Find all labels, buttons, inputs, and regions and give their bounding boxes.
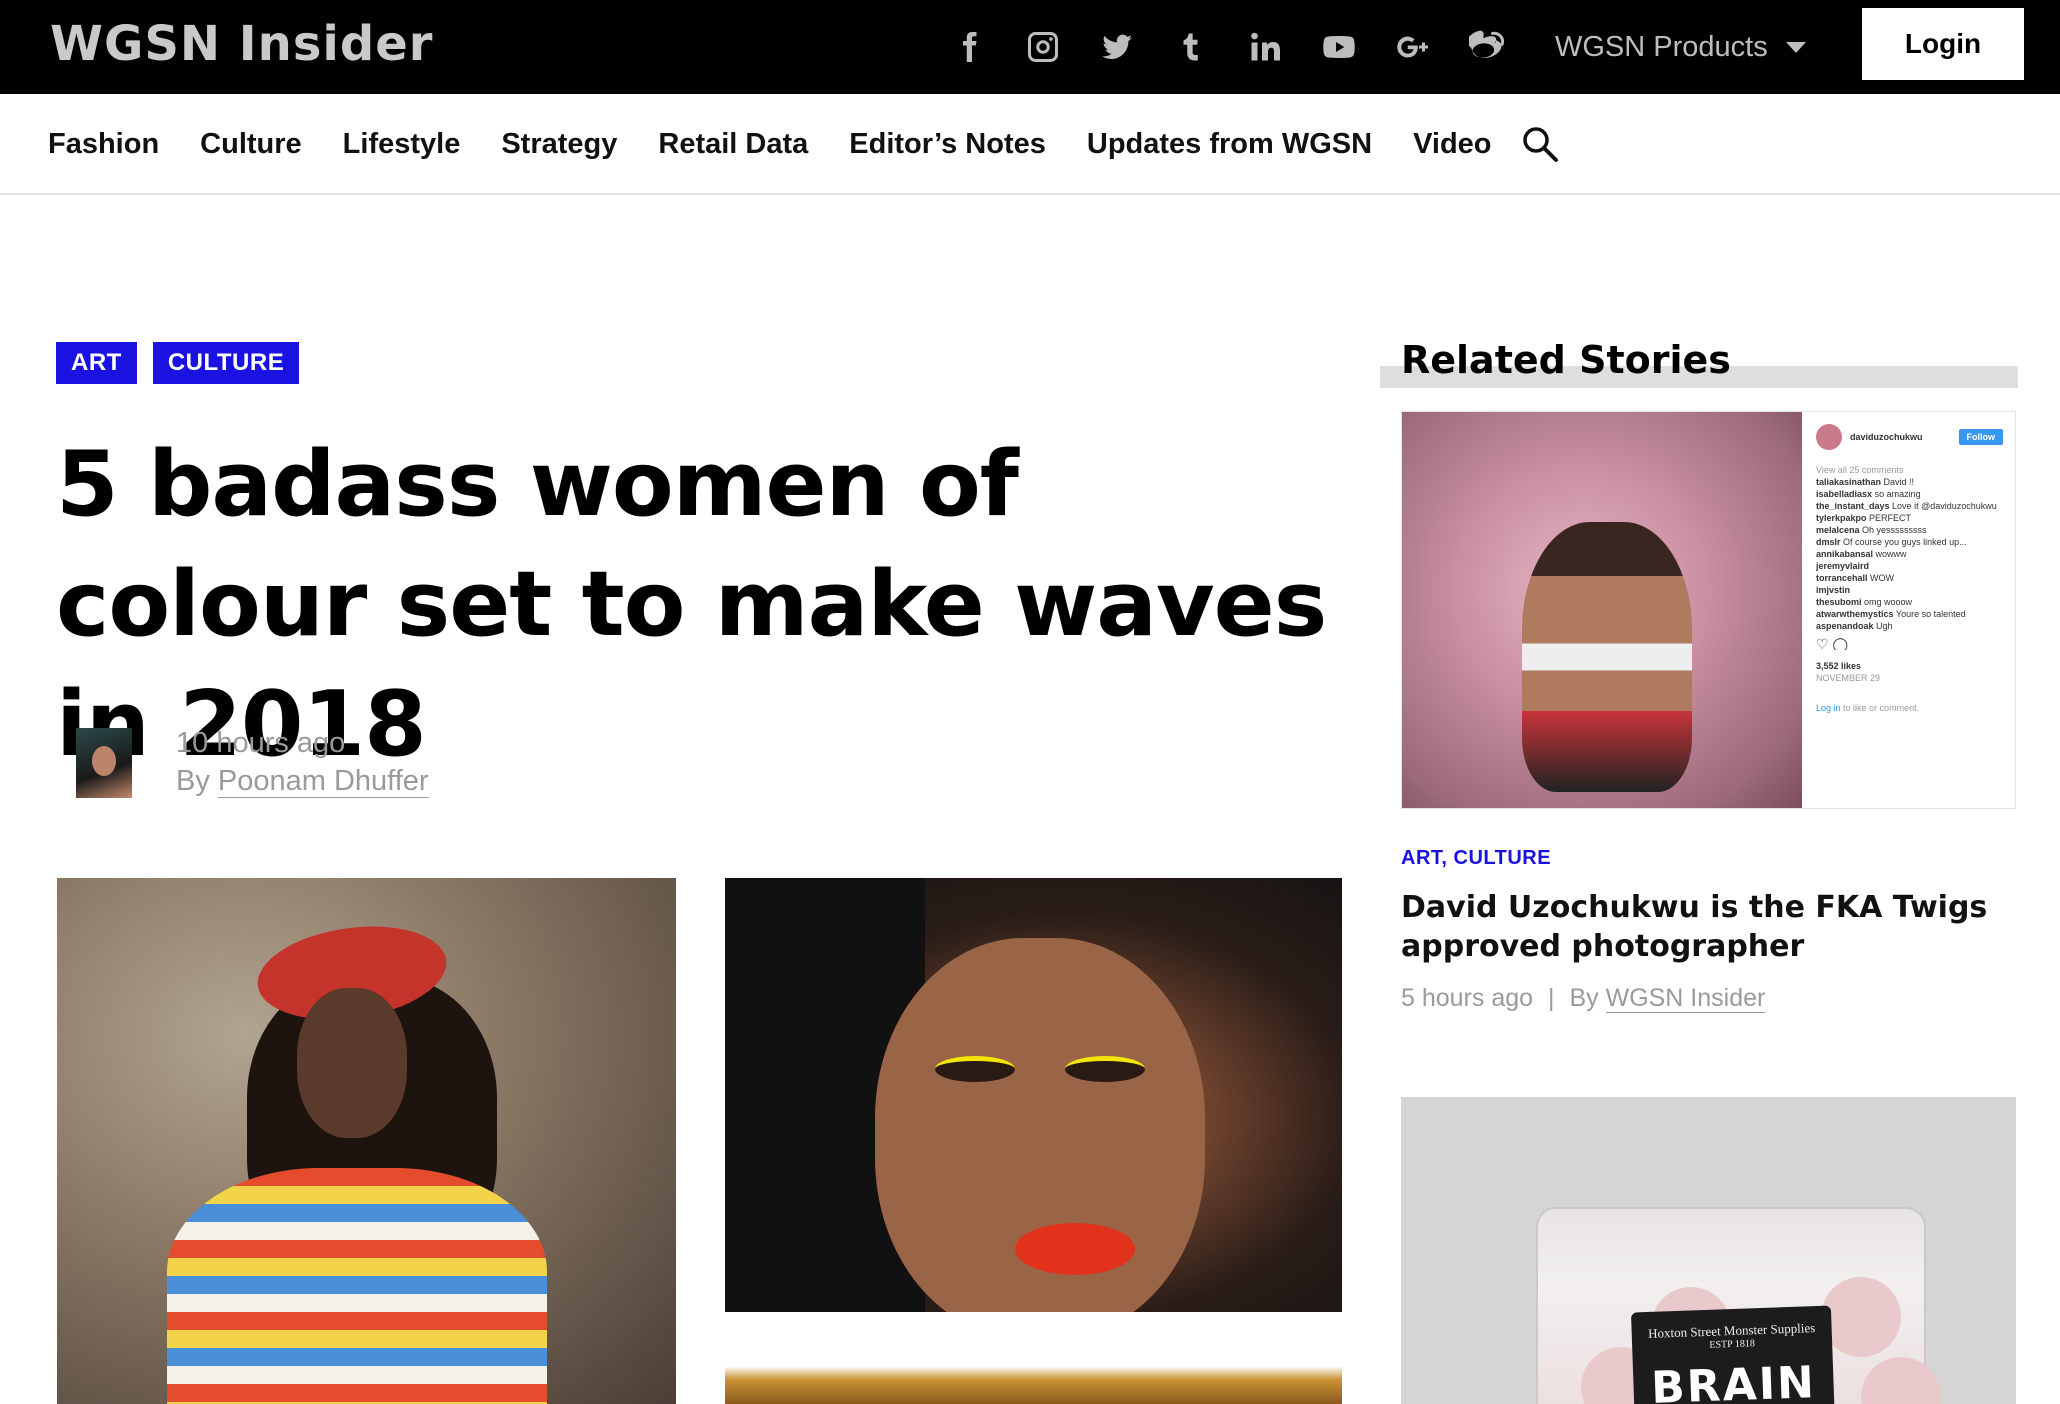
related-stories-heading: Related Stories (1401, 338, 1731, 382)
instagram-follow-button[interactable]: Follow (1958, 429, 2003, 445)
ig-comment: isabelladiasx so amazing (1816, 489, 1921, 499)
related-card-1-image[interactable]: daviduzochukwu Follow View all 25 commen… (1401, 411, 2016, 809)
article-image-3 (725, 1350, 1342, 1404)
top-bar: WGSN Insider WGSN Products Login (0, 0, 2060, 94)
facebook-icon[interactable] (950, 28, 988, 66)
ig-comment: the_instant_days Love it @daviduzochukwu (1816, 501, 1997, 511)
product-label: Hoxton Street Monster Supplies ESTP 1818… (1630, 1305, 1836, 1404)
wgsn-products-label: WGSN Products (1555, 30, 1768, 63)
instagram-icon[interactable] (1024, 28, 1062, 66)
related-card-2-image[interactable]: Hoxton Street Monster Supplies ESTP 1818… (1401, 1097, 2016, 1404)
nav-item-culture[interactable]: Culture (200, 128, 302, 161)
meta-separator: | (1548, 984, 1555, 1012)
linkedin-icon[interactable] (1246, 28, 1284, 66)
social-links (950, 20, 1506, 74)
ig-comment: jeremyvlaird (1816, 561, 1870, 571)
related-card-1-title[interactable]: David Uzochukwu is the FKA Twigs approve… (1401, 888, 2001, 966)
nav-item-editors-notes[interactable]: Editor’s Notes (849, 128, 1046, 161)
article-image-2 (725, 878, 1342, 1312)
nav-item-lifestyle[interactable]: Lifestyle (343, 128, 461, 161)
chevron-down-icon (1785, 41, 1806, 53)
related-card-1-author-link[interactable]: WGSN Insider (1605, 984, 1766, 1013)
related-card-1-time: 5 hours ago (1401, 984, 1534, 1012)
ig-comment: tylerkpakpo PERFECT (1816, 513, 1912, 523)
nav-item-retail-data[interactable]: Retail Data (658, 128, 808, 161)
article-tags: ART CULTURE (56, 342, 300, 384)
ig-comment: taliakasinathan David !! (1816, 477, 1915, 487)
google-plus-icon[interactable] (1394, 28, 1432, 66)
ig-comment: dmslr Of course you guys linked up... (1816, 537, 1967, 547)
nav-item-fashion[interactable]: Fashion (48, 128, 159, 161)
weibo-icon[interactable] (1468, 28, 1506, 66)
article-byline: 10 hours ago By Poonam Dhuffer (76, 727, 429, 800)
search-icon[interactable] (1520, 124, 1560, 164)
login-button[interactable]: Login (1862, 8, 2024, 80)
author-avatar[interactable] (76, 728, 132, 798)
by-prefix: By (1569, 984, 1599, 1012)
related-card-1-meta: 5 hours ago | By WGSN Insider (1401, 984, 1766, 1013)
instagram-username: daviduzochukwu (1850, 432, 1923, 442)
youtube-icon[interactable] (1320, 28, 1358, 66)
article-meta: 10 hours ago By Poonam Dhuffer (176, 724, 429, 800)
nav-item-video[interactable]: Video (1413, 128, 1491, 161)
ig-comment: torrancehall WOW (1816, 573, 1895, 583)
article-image-1 (57, 878, 676, 1404)
nav-item-updates-from-wgsn[interactable]: Updates from WGSN (1087, 128, 1372, 161)
site-logo[interactable]: WGSN Insider (50, 14, 433, 74)
tag-culture[interactable]: CULTURE (152, 342, 300, 384)
nav-item-strategy[interactable]: Strategy (501, 128, 617, 161)
instagram-date: NOVEMBER 29 (1816, 673, 1881, 683)
twitter-icon[interactable] (1098, 28, 1136, 66)
instagram-login-link[interactable]: Log in (1816, 703, 1841, 713)
main-nav: Fashion Culture Lifestyle Strategy Retai… (0, 94, 2060, 195)
wgsn-products-dropdown[interactable]: WGSN Products (1555, 20, 1806, 74)
instagram-login-prompt: Log in to like or comment. (1816, 703, 1920, 713)
view-comments: View all 25 comments (1816, 465, 1904, 475)
instagram-embed: daviduzochukwu Follow View all 25 commen… (1802, 412, 2015, 808)
by-prefix: By (176, 765, 210, 797)
instagram-avatar (1816, 424, 1842, 450)
ig-comment: melalcena Oh yesssssssss (1816, 525, 1927, 535)
ig-comment: aspenandoak Ugh (1816, 621, 1893, 631)
instagram-likes: 3,552 likes (1816, 661, 1862, 671)
related-card-1-tags[interactable]: ART, CULTURE (1401, 847, 1551, 870)
ig-comment: thesubomi omg wooow (1816, 597, 1913, 607)
article-author-line: By Poonam Dhuffer (176, 762, 429, 800)
author-link[interactable]: Poonam Dhuffer (217, 765, 429, 798)
nav-list: Fashion Culture Lifestyle Strategy Retai… (48, 94, 1533, 194)
heart-icon[interactable]: ♡ ◯ (1816, 638, 2003, 650)
ig-comment: atwarwthemystics Youre so talented (1816, 609, 1966, 619)
ig-comment: imjvstin (1816, 585, 1851, 595)
ig-comment: annikabansal wowww (1816, 549, 1907, 559)
product-label-big: BRAIN (1650, 1357, 1817, 1404)
tumblr-icon[interactable] (1172, 28, 1210, 66)
tag-art[interactable]: ART (56, 342, 137, 384)
article-time: 10 hours ago (176, 727, 346, 759)
